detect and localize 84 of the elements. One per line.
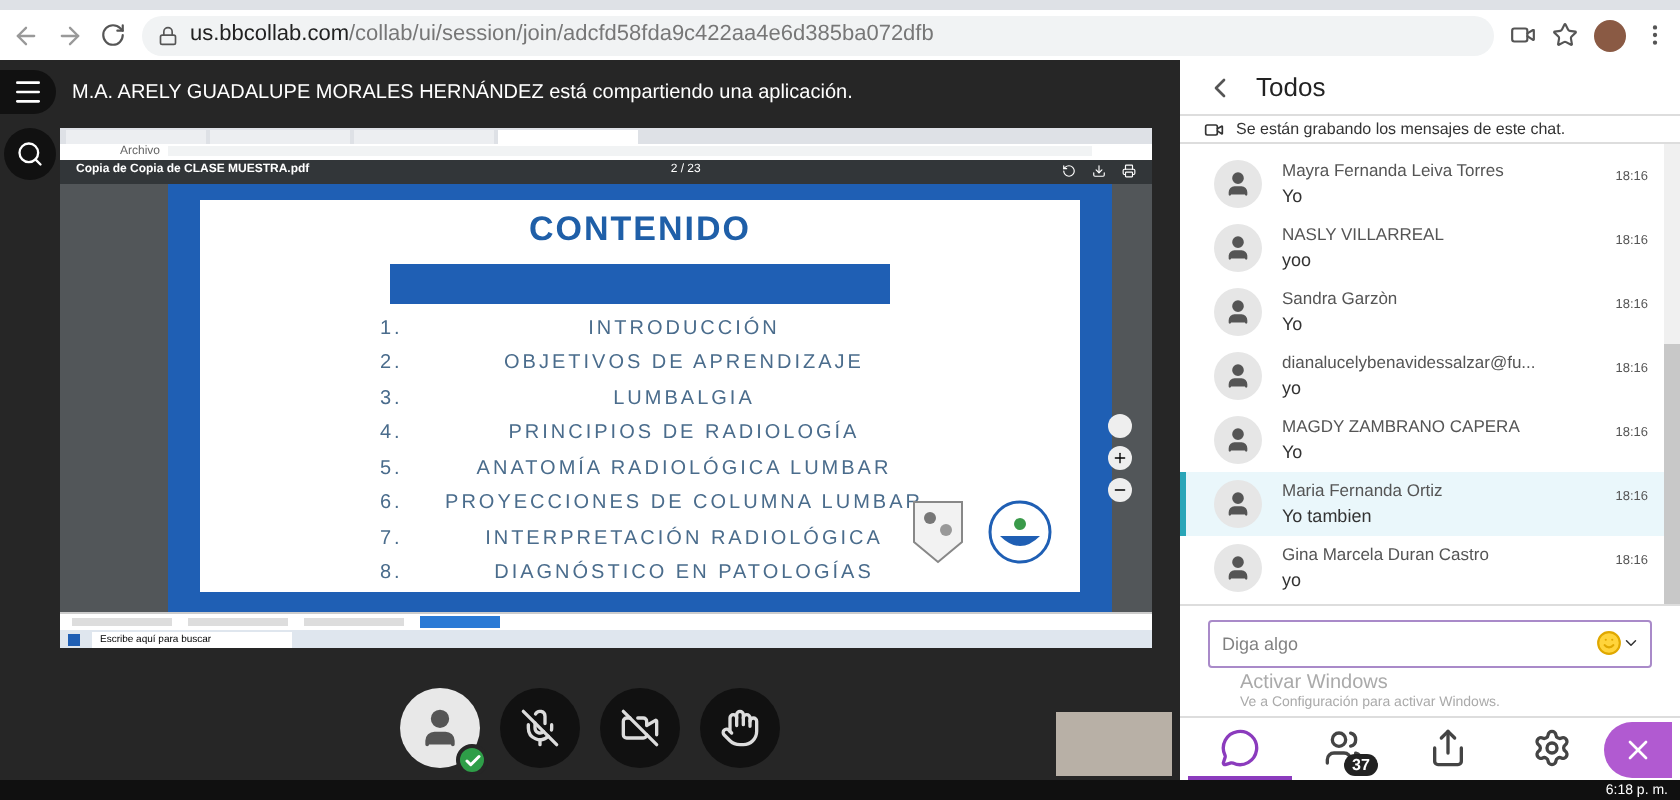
message-text: yo [1282, 375, 1304, 402]
video-thumbnail-placeholder [1056, 712, 1172, 776]
attendee-count-badge: 37 [1344, 753, 1378, 775]
download-icon [1092, 164, 1106, 179]
list-number: 8. [380, 560, 405, 588]
sender-name: Maria Fernanda Ortiz [1282, 477, 1445, 504]
sender-name: Gina Marcela Duran Castro [1282, 541, 1491, 568]
list-item-text: INTRODUCCIÓN [586, 314, 782, 343]
sender-name: Sandra Garzòn [1282, 285, 1400, 312]
microphone-muted-button[interactable] [500, 688, 580, 768]
list-number: 3. [380, 385, 405, 413]
forward-icon [56, 21, 84, 49]
sender-name: dianalucelybenavidessalzar@fu... [1282, 349, 1538, 376]
profile-avatar [1594, 19, 1626, 51]
camera-icon [1510, 22, 1536, 48]
camera-off-button[interactable] [600, 688, 680, 768]
zoom-out-button[interactable] [1108, 477, 1132, 502]
sender-name: NASLY VILLARREAL [1282, 221, 1446, 248]
slide-title: CONTENIDO [529, 207, 751, 252]
sharing-banner-text: M.A. ARELY GUADALUPE MORALES HERNÁNDEZ está compartiendo una aplicación. [72, 78, 853, 107]
hand-icon [720, 708, 760, 748]
close-panel-button[interactable] [1604, 721, 1672, 777]
list-number: 5. [380, 455, 405, 483]
message-text: yo [1282, 567, 1304, 594]
avatar-icon [1214, 480, 1262, 528]
caret-icon [1622, 634, 1640, 652]
avatar-icon [1214, 224, 1262, 272]
menu-button[interactable] [0, 70, 56, 114]
list-item-text: PRINCIPIOS DE RADIOLOGÍA [506, 418, 862, 448]
faculty-logo-drawing [984, 499, 1056, 564]
list-item-text: LUMBALGIA [611, 385, 757, 413]
recording-icon [1204, 119, 1224, 139]
menu-icon [12, 76, 44, 108]
message-text: Yo [1282, 311, 1305, 338]
back-icon [12, 21, 40, 49]
avatar-icon [1214, 160, 1262, 208]
share-icon [1428, 727, 1468, 767]
zoom-in-button[interactable] [1108, 445, 1132, 470]
list-item-text: ANATOMÍA RADIOLÓGICA LUMBAR [474, 454, 894, 483]
bookmark-star-icon [1552, 22, 1578, 48]
rotate-icon [1062, 164, 1076, 179]
chat-title: Todos [1256, 69, 1326, 106]
avatar-icon [1214, 352, 1262, 400]
raise-hand-button[interactable] [700, 688, 780, 768]
lock-icon [158, 25, 178, 45]
list-number: 7. [380, 525, 405, 553]
reload-icon [100, 22, 126, 48]
avatar-icon [1214, 544, 1262, 592]
recording-notice: Se están grabando los mensajes de este chat. [1236, 117, 1566, 141]
settings-icon [1532, 727, 1572, 767]
sender-name: MAGDY ZAMBRANO CAPERA [1282, 413, 1522, 440]
message-text: Yo [1282, 183, 1305, 210]
list-number: 6. [380, 490, 405, 518]
camera-off-icon [620, 708, 660, 748]
print-icon [1122, 164, 1136, 179]
download-item [188, 618, 288, 627]
profile-button[interactable] [400, 688, 480, 768]
url-text: us.bbcollab.com/collab/ui/session/join/adcfd58fda9c422aa4e6d385ba072dfb [190, 20, 934, 51]
attendees-tab[interactable]: 37 [1292, 719, 1396, 779]
microphone-off-icon [520, 708, 560, 748]
list-number: 2. [380, 350, 405, 378]
avatar-icon [1214, 288, 1262, 336]
activation-title: Activar Windows [1240, 672, 1390, 694]
list-item-text: PROYECCIONES DE COLUMNA LUMBAR [443, 490, 925, 518]
message-text: Yo [1282, 439, 1305, 466]
start-icon [68, 633, 80, 646]
scrollbar[interactable] [1664, 144, 1680, 604]
list-number: 4. [380, 420, 405, 448]
list-number: 1. [380, 315, 405, 343]
list-item-text: INTERPRETACIÓN RADIOLÓGICA [483, 524, 885, 553]
chat-bubble-icon [1220, 727, 1260, 767]
avatar-icon [1214, 416, 1262, 464]
address-bar[interactable]: us.bbcollab.com/collab/ui/session/join/adcfd58fda9c422aa4e6d385ba072dfb [142, 15, 1494, 55]
sender-name: Mayra Fernanda Leiva Torres [1282, 157, 1506, 184]
message-text: Yo tambien [1282, 503, 1374, 530]
list-item-text: OBJETIVOS DE APRENDIZAJE [502, 350, 866, 378]
shared-content-icon [4, 128, 56, 180]
download-item [72, 618, 172, 627]
list-item-text: DIAGNÓSTICO EN PATOLOGÍAS [492, 558, 876, 588]
fit-page-button[interactable] [1108, 413, 1132, 438]
plus-icon [1112, 449, 1128, 466]
download-item [304, 618, 404, 627]
message-text: yoo [1282, 247, 1314, 274]
message-input[interactable]: Diga algo [1208, 620, 1652, 668]
